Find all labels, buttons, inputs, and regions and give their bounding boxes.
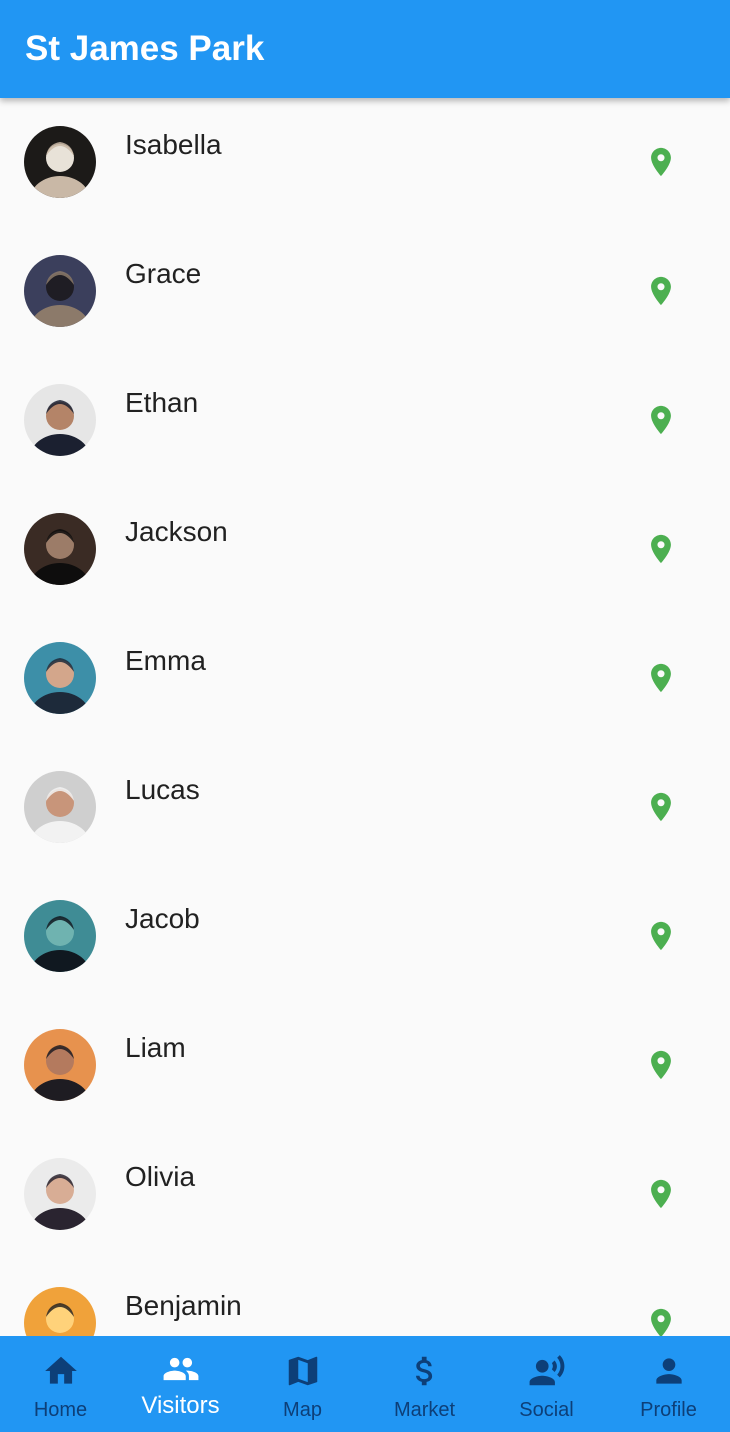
- nav-label-social: Social: [519, 1399, 574, 1421]
- avatar: [24, 1287, 96, 1336]
- app-title: St James Park: [25, 29, 265, 68]
- list-item[interactable]: Jacob: [0, 872, 730, 1001]
- avatar: [24, 1029, 96, 1101]
- list-item[interactable]: Benjamin: [0, 1259, 730, 1336]
- location-pin-icon[interactable]: [644, 1303, 678, 1336]
- visitor-list[interactable]: Isabella Grace Ethan Jackson Emma Lucas Jacob L…: [0, 98, 730, 1336]
- visitor-name: Benjamin: [125, 1290, 242, 1321]
- nav-item-map[interactable]: Map: [242, 1336, 363, 1432]
- bottom-navigation: Home Visitors Map Market Social Profile: [0, 1336, 730, 1432]
- list-item[interactable]: Ethan: [0, 356, 730, 485]
- home-icon: [45, 1356, 77, 1384]
- location-pin-icon[interactable]: [644, 658, 678, 698]
- visitor-name: Olivia: [125, 1161, 196, 1192]
- avatar: [24, 384, 96, 456]
- nav-label-profile: Profile: [640, 1399, 697, 1421]
- social-icon: [529, 1355, 565, 1386]
- avatar: [24, 255, 96, 327]
- avatar: [24, 513, 96, 585]
- location-pin-icon[interactable]: [644, 142, 678, 182]
- avatar: [24, 642, 96, 714]
- nav-label-visitors: Visitors: [141, 1392, 220, 1419]
- location-pin-icon[interactable]: [644, 916, 678, 956]
- visitor-name: Emma: [125, 645, 206, 676]
- visitor-name: Jackson: [125, 516, 228, 547]
- visitor-name: Jacob: [125, 903, 200, 934]
- visitor-name: Liam: [125, 1032, 186, 1063]
- location-pin-icon[interactable]: [644, 1174, 678, 1214]
- list-item[interactable]: Olivia: [0, 1130, 730, 1259]
- location-pin-icon[interactable]: [644, 271, 678, 311]
- person-icon: [656, 1358, 682, 1384]
- list-item[interactable]: Isabella: [0, 98, 730, 227]
- nav-item-profile[interactable]: Profile: [608, 1336, 729, 1432]
- nav-label-home: Home: [33, 1399, 88, 1421]
- nav-item-home[interactable]: Home: [0, 1336, 121, 1432]
- visitor-name: Lucas: [125, 774, 200, 805]
- location-pin-icon[interactable]: [644, 1045, 678, 1085]
- avatar: [24, 900, 96, 972]
- location-pin-icon[interactable]: [644, 400, 678, 440]
- visitor-name: Ethan: [125, 387, 199, 418]
- app-bar: St James Park: [0, 0, 730, 98]
- avatar: [24, 126, 96, 198]
- list-item[interactable]: Jackson: [0, 485, 730, 614]
- visitor-name: Isabella: [125, 129, 222, 160]
- visitor-name: Grace: [125, 258, 202, 289]
- people-icon: [163, 1357, 199, 1381]
- list-item[interactable]: Liam: [0, 1001, 730, 1130]
- location-pin-icon[interactable]: [644, 529, 678, 569]
- list-item[interactable]: Lucas: [0, 743, 730, 872]
- nav-item-social[interactable]: Social: [486, 1336, 607, 1432]
- list-item[interactable]: Grace: [0, 227, 730, 356]
- nav-label-map: Map: [283, 1399, 322, 1421]
- nav-item-visitors[interactable]: Visitors: [120, 1336, 241, 1432]
- avatar: [24, 1158, 96, 1230]
- map-icon: [288, 1356, 318, 1386]
- location-pin-icon[interactable]: [644, 787, 678, 827]
- nav-label-market: Market: [393, 1399, 456, 1421]
- avatar: [24, 771, 96, 843]
- dollar-icon: [416, 1356, 433, 1386]
- list-item[interactable]: Emma: [0, 614, 730, 743]
- nav-item-market[interactable]: Market: [364, 1336, 485, 1432]
